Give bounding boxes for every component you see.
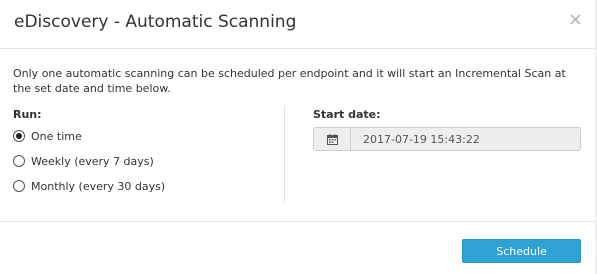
start-date-input[interactable] (351, 128, 580, 150)
radio-monthly[interactable]: Monthly (every 30 days) (13, 178, 165, 194)
footer-divider (0, 221, 597, 222)
radio-label-monthly: Monthly (every 30 days) (31, 179, 166, 193)
radio-weekly[interactable]: Weekly (every 7 days) (13, 153, 154, 169)
dialog-header: eDiscovery - Automatic Scanning × (0, 0, 597, 49)
schedule-button[interactable]: Schedule (462, 239, 581, 263)
dialog-description: Only one automatic scanning can be sched… (13, 67, 566, 95)
calendar-icon[interactable] (314, 128, 351, 150)
dialog-title: eDiscovery - Automatic Scanning (14, 12, 297, 32)
radio-button[interactable] (13, 155, 25, 167)
radio-one-time[interactable]: One time (13, 128, 82, 144)
run-label: Run: (13, 108, 42, 121)
radio-button-selected[interactable] (13, 130, 25, 142)
start-date-label: Start date: (313, 108, 381, 121)
start-date-picker[interactable] (313, 127, 581, 151)
ediscovery-dialog: eDiscovery - Automatic Scanning × Only o… (0, 0, 597, 274)
radio-label-one-time: One time (31, 129, 82, 143)
radio-button[interactable] (13, 180, 25, 192)
close-icon[interactable]: × (568, 11, 583, 29)
radio-label-weekly: Weekly (every 7 days) (31, 154, 154, 168)
column-divider (284, 106, 285, 202)
